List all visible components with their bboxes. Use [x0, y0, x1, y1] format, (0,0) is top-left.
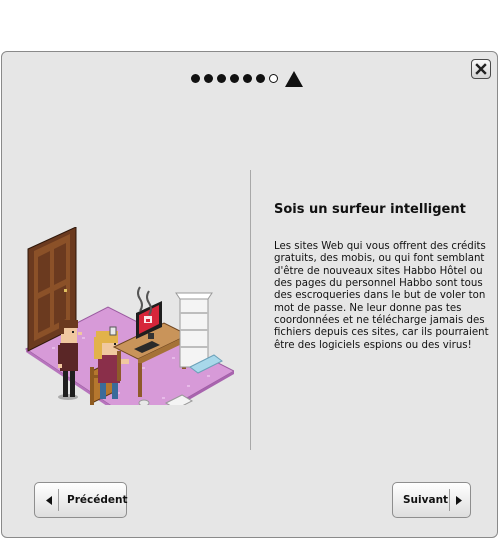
next-button[interactable]: Suivant	[392, 482, 471, 518]
vertical-divider	[250, 170, 251, 450]
step-dot	[230, 74, 239, 83]
close-x-icon	[475, 63, 487, 75]
step-dot	[204, 74, 213, 83]
habbo-room-computer-illustration	[25, 227, 234, 405]
arrow-right-icon	[456, 496, 462, 505]
button-separator	[449, 489, 450, 511]
close-button[interactable]	[471, 59, 491, 79]
previous-button[interactable]: Précédent	[34, 482, 127, 518]
triangle-icon	[285, 71, 303, 87]
step-dot	[256, 74, 265, 83]
step-dot-current	[269, 74, 278, 83]
next-button-label: Suivant	[403, 494, 449, 506]
dialog-body-text: Les sites Web qui vous offrent des crédi…	[274, 241, 489, 351]
step-dot	[217, 74, 226, 83]
step-dot	[243, 74, 252, 83]
step-dot	[191, 74, 200, 83]
dialog-title: Sois un surfeur intelligent	[274, 202, 466, 217]
button-separator	[58, 489, 59, 511]
arrow-left-icon	[46, 496, 52, 505]
previous-button-label: Précédent	[67, 494, 128, 506]
dialog-window: Sois un surfeur intelligent Les sites We…	[1, 51, 498, 538]
